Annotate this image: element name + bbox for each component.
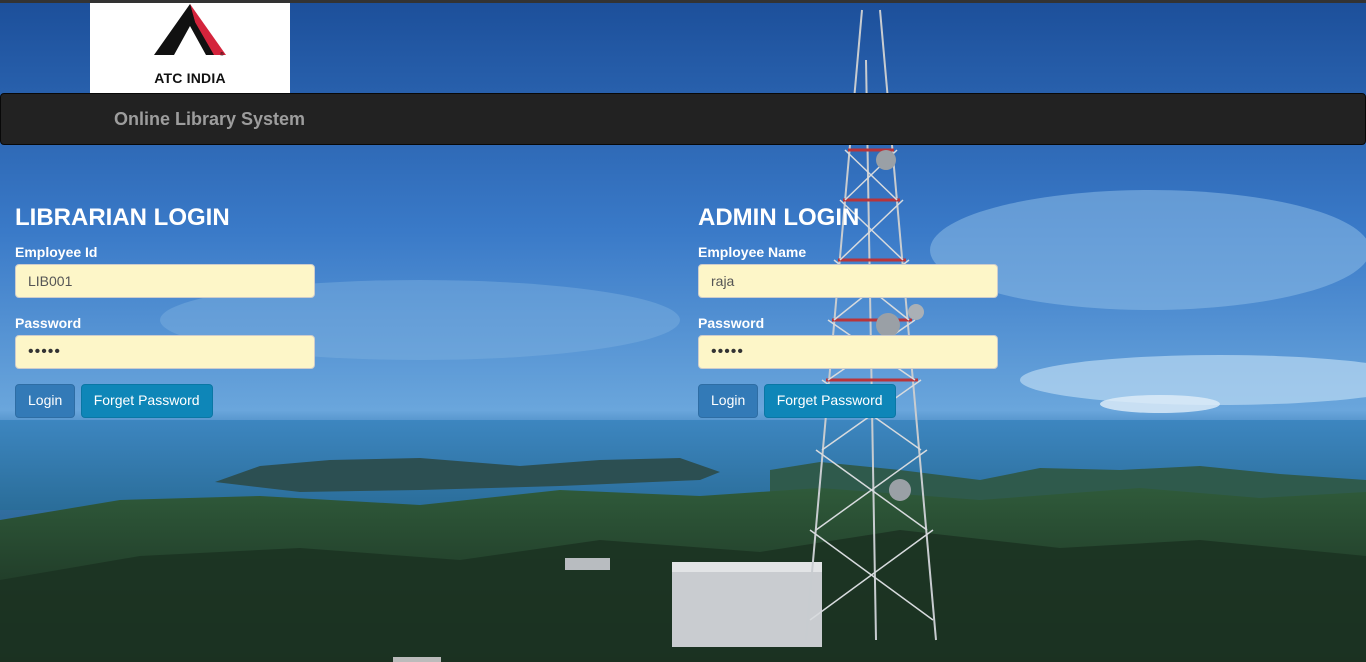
admin-login-button[interactable]: Login [698,384,759,418]
horizontal-scrollbar-thumb[interactable] [393,657,441,662]
navbar: Online Library System [0,93,1366,145]
admin-password-label: Password [698,315,765,331]
employee-id-input[interactable]: LIB001 [15,264,315,298]
logo-text: ATC INDIA [154,70,226,86]
librarian-login-button[interactable]: Login [15,384,76,418]
svg-text:®: ® [220,51,224,58]
admin-login-panel: ADMIN LOGIN Employee Name raja Password … [698,204,998,418]
admin-password-input[interactable]: ••••• [698,335,998,369]
librarian-password-input[interactable]: ••••• [15,335,315,369]
employee-id-label: Employee Id [15,244,98,260]
employee-name-input[interactable]: raja [698,264,998,298]
company-logo: ® ATC INDIA [90,3,290,93]
librarian-forget-password-button[interactable]: Forget Password [80,384,213,418]
atc-logo-icon: ® [154,4,226,58]
librarian-password-label: Password [15,315,82,331]
admin-login-heading: ADMIN LOGIN [698,204,860,231]
librarian-login-heading: LIBRARIAN LOGIN [15,204,230,231]
site-title[interactable]: Online Library System [114,109,305,130]
employee-name-label: Employee Name [698,244,807,260]
admin-forget-password-button[interactable]: Forget Password [763,384,896,418]
librarian-login-panel: LIBRARIAN LOGIN Employee Id LIB001 Passw… [15,204,315,418]
